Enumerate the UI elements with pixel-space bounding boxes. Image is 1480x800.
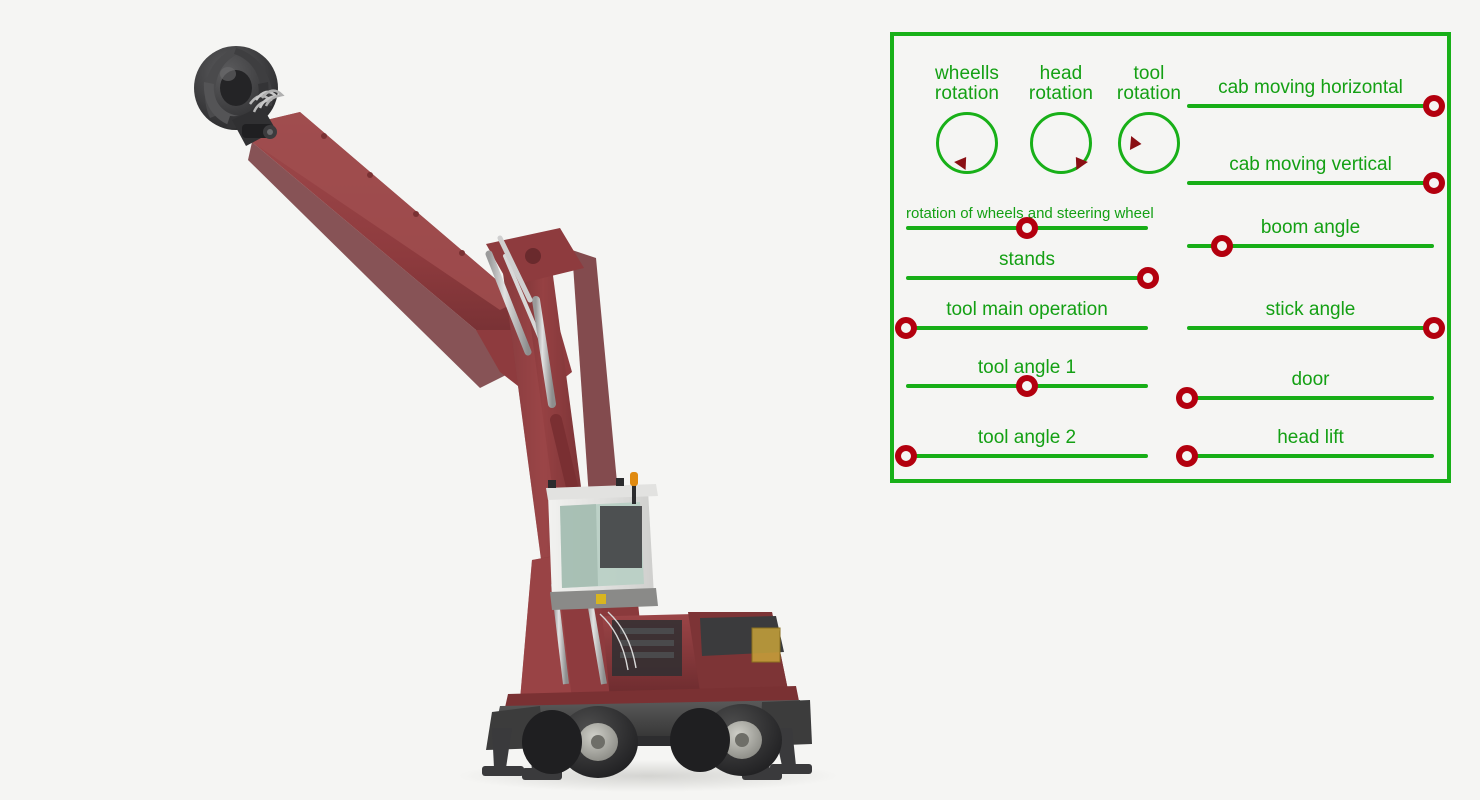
- slider-stick-angle[interactable]: stick angle: [1187, 299, 1445, 339]
- slider-label-door: door: [1291, 369, 1330, 390]
- slider-track-cab-moving-horizontal[interactable]: [1187, 104, 1434, 108]
- slider-handle-stands[interactable]: [1137, 267, 1159, 289]
- slider-tool-angle-2[interactable]: tool angle 2: [895, 427, 1148, 467]
- slider-label-stands: stands: [999, 249, 1055, 270]
- slider-handle-tool-main-operation[interactable]: [895, 317, 917, 339]
- slider-track-tool-angle-2[interactable]: [906, 454, 1148, 458]
- slider-cab-moving-vertical[interactable]: cab moving vertical: [1187, 154, 1445, 194]
- slider-track-door[interactable]: [1187, 396, 1434, 400]
- slider-handle-cab-moving-vertical[interactable]: [1423, 172, 1445, 194]
- slider-head-lift[interactable]: head lift: [1176, 427, 1434, 467]
- slider-track-cab-moving-vertical[interactable]: [1187, 181, 1434, 185]
- dial-pointer-wheells-rotation: [953, 153, 972, 171]
- slider-stands[interactable]: stands: [906, 249, 1159, 289]
- dial-ring-head-rotation[interactable]: [1030, 112, 1092, 174]
- slider-door[interactable]: door: [1176, 369, 1434, 409]
- operator-cab: [546, 472, 658, 610]
- slider-track-head-lift[interactable]: [1187, 454, 1434, 458]
- slider-handle-rotation-of-wheels-and-steering-wheel[interactable]: [1016, 217, 1038, 239]
- slider-track-stick-angle[interactable]: [1187, 326, 1434, 330]
- slider-handle-cab-moving-horizontal[interactable]: [1423, 95, 1445, 117]
- slider-label-cab-moving-horizontal: cab moving horizontal: [1218, 77, 1403, 98]
- slider-handle-stick-angle[interactable]: [1423, 317, 1445, 339]
- slider-track-stands[interactable]: [906, 276, 1148, 280]
- control-panel: wheells rotation head rotation tool rotati…: [890, 32, 1451, 483]
- slider-label-tool-main-operation: tool main operation: [946, 299, 1108, 320]
- slider-rotation-of-wheels-and-steering-wheel[interactable]: rotation of wheels and steering wheel: [906, 205, 1154, 239]
- slider-cab-moving-horizontal[interactable]: cab moving horizontal: [1187, 77, 1445, 117]
- slider-handle-boom-angle[interactable]: [1210, 235, 1233, 257]
- slider-track-tool-main-operation[interactable]: [906, 326, 1148, 330]
- machine-illustration: [0, 0, 880, 800]
- slider-label-cab-moving-vertical: cab moving vertical: [1229, 154, 1392, 175]
- slider-handle-tool-angle-2[interactable]: [895, 445, 917, 467]
- dial-pointer-tool-rotation: [1129, 136, 1143, 152]
- slider-handle-door[interactable]: [1176, 387, 1198, 409]
- slider-label-head-lift: head lift: [1277, 427, 1344, 448]
- dial-ring-tool-rotation[interactable]: [1118, 112, 1180, 174]
- slider-boom-angle[interactable]: boom angle: [1187, 217, 1434, 257]
- slider-label-stick-angle: stick angle: [1265, 299, 1356, 320]
- grapple-attachment: [194, 46, 285, 146]
- slider-label-tool-angle-2: tool angle 2: [977, 427, 1077, 448]
- dial-ring-wheells-rotation[interactable]: [936, 112, 998, 174]
- dial-pointer-head-rotation: [1070, 153, 1089, 171]
- slider-tool-main-operation[interactable]: tool main operation: [895, 299, 1148, 339]
- slider-handle-tool-angle-1[interactable]: [1016, 375, 1038, 397]
- slider-handle-head-lift[interactable]: [1176, 445, 1198, 467]
- slider-tool-angle-1[interactable]: tool angle 1: [906, 357, 1148, 397]
